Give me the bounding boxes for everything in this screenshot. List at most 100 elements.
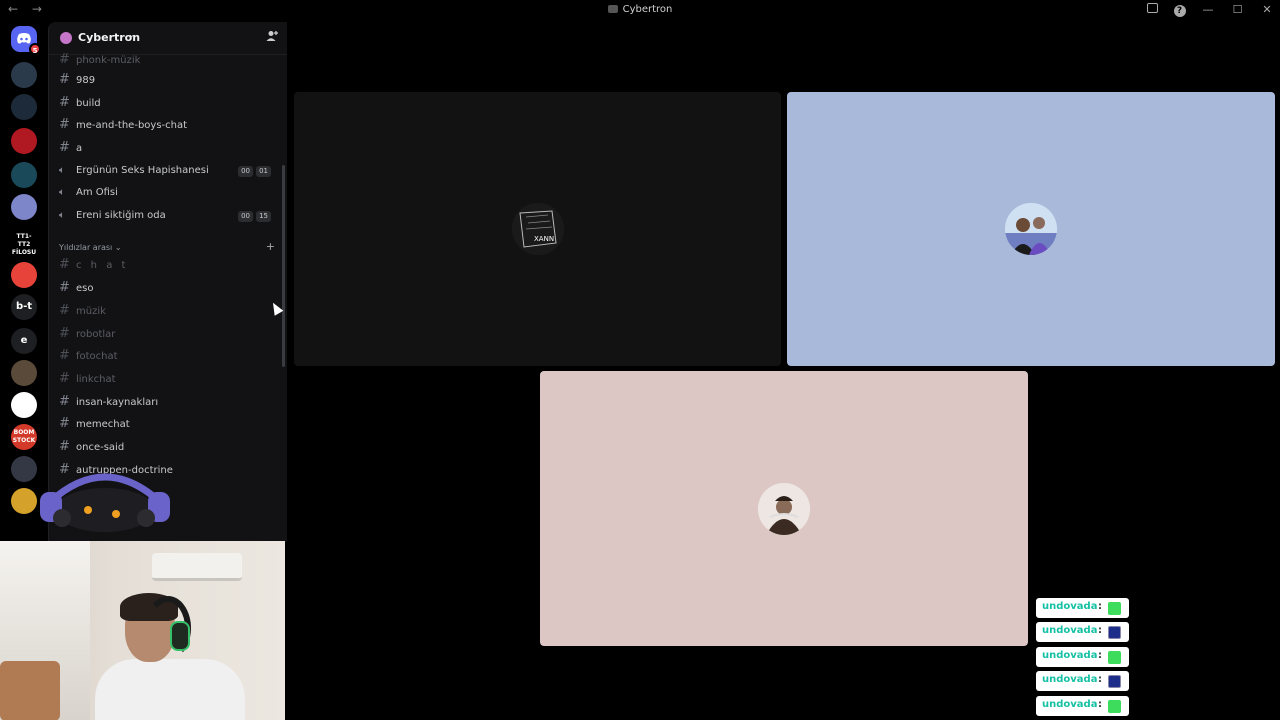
user-limit-badge: 01 bbox=[256, 166, 271, 177]
channel-name: memechat bbox=[76, 419, 130, 430]
hash-icon: # bbox=[59, 72, 70, 87]
server-label: BOOM STOCK bbox=[12, 429, 36, 444]
channel-name: build bbox=[76, 98, 101, 109]
server-icon-12[interactable]: BOOM STOCK bbox=[11, 424, 37, 450]
chat-username: undovada bbox=[1042, 625, 1098, 636]
chat-message: undovada: bbox=[1036, 647, 1129, 667]
close-button[interactable]: ✕ bbox=[1260, 3, 1274, 16]
maximize-button[interactable]: ☐ bbox=[1231, 3, 1245, 16]
chat-message: undovada: bbox=[1036, 696, 1129, 716]
category-header[interactable]: Yıldızlar arası ⌄ bbox=[59, 243, 122, 252]
discord-logo-icon bbox=[17, 33, 31, 44]
participant-tile-3[interactable] bbox=[540, 371, 1028, 646]
mascot-overlay bbox=[40, 473, 170, 532]
text-channel[interactable]: # insan-kaynakları bbox=[59, 392, 281, 412]
voice-stage: XANN bbox=[288, 22, 1280, 720]
participant-tile-2[interactable] bbox=[787, 92, 1275, 366]
text-channel[interactable]: # memechat bbox=[59, 414, 281, 434]
server-icon-10[interactable] bbox=[11, 360, 37, 386]
window-controls: ? — ☐ ✕ bbox=[1135, 3, 1274, 17]
participant-tile-1[interactable]: XANN bbox=[294, 92, 781, 366]
avatar bbox=[758, 482, 810, 535]
user-count-badge: 00 bbox=[238, 211, 253, 222]
hash-icon: # bbox=[59, 140, 70, 155]
hash-icon: # bbox=[59, 416, 70, 431]
minimize-button[interactable]: — bbox=[1201, 3, 1215, 16]
emote-icon bbox=[1108, 700, 1121, 713]
title-bar: ← → Cybertron ? — ☐ ✕ bbox=[0, 0, 1280, 22]
text-channel[interactable]: # eso bbox=[59, 278, 281, 298]
server-label: b-t bbox=[15, 301, 33, 312]
chat-username: undovada bbox=[1042, 650, 1098, 661]
invite-people-icon[interactable] bbox=[266, 30, 278, 45]
webcam-overlay bbox=[0, 541, 285, 720]
channel-name: insan-kaynakları bbox=[76, 397, 159, 408]
scrollbar[interactable] bbox=[282, 165, 285, 367]
text-channel[interactable]: # build bbox=[59, 93, 281, 113]
channel-name: fotochat bbox=[76, 351, 118, 362]
voice-channel[interactable]: 🔈︎ Ereni siktiğim oda 00 15 bbox=[59, 206, 281, 226]
chat-separator: : bbox=[1098, 650, 1102, 661]
chat-username: undovada bbox=[1042, 674, 1098, 685]
hash-icon: # bbox=[59, 257, 70, 272]
window-title: Cybertron bbox=[0, 4, 1280, 15]
channel-name: a bbox=[76, 143, 83, 154]
hash-icon: # bbox=[59, 371, 70, 386]
server-icon-1[interactable] bbox=[11, 62, 37, 88]
server-icon-7[interactable] bbox=[11, 262, 37, 288]
text-channel[interactable]: # linkchat bbox=[59, 369, 281, 389]
server-icon-5[interactable] bbox=[11, 194, 37, 220]
channel-name: Ergünün Seks Hapishanesi bbox=[76, 165, 209, 176]
server-icon-8[interactable]: b-t bbox=[11, 294, 37, 320]
inbox-icon[interactable] bbox=[1147, 3, 1158, 13]
channel-name: Ereni siktiğim oda bbox=[76, 210, 166, 221]
channel-name: phonk-müzik bbox=[76, 55, 141, 66]
avatar bbox=[1005, 203, 1057, 255]
category-label: Yıldızlar arası bbox=[59, 243, 113, 252]
text-channel[interactable]: # a bbox=[59, 138, 281, 158]
add-channel-icon[interactable]: + bbox=[266, 240, 275, 253]
text-channel[interactable]: # c h a t bbox=[59, 255, 281, 275]
server-icon-9[interactable]: e bbox=[11, 328, 37, 354]
voice-channel[interactable]: 🔈︎ Am Ofisi bbox=[59, 183, 281, 203]
notification-badge: 5 bbox=[29, 43, 41, 55]
chat-separator: : bbox=[1098, 699, 1102, 710]
text-channel[interactable]: # once-said bbox=[59, 437, 281, 457]
hash-icon: # bbox=[59, 95, 70, 110]
avatar-label: XANN bbox=[534, 235, 554, 243]
avatar: XANN bbox=[511, 203, 564, 255]
chevron-down-icon: ⌄ bbox=[112, 243, 122, 252]
help-icon[interactable]: ? bbox=[1173, 5, 1186, 17]
channel-name: robotlar bbox=[76, 329, 116, 340]
chat-message: undovada: bbox=[1036, 671, 1129, 691]
air-conditioner bbox=[152, 553, 242, 581]
server-icon-4[interactable] bbox=[11, 162, 37, 188]
server-icon bbox=[607, 5, 618, 13]
text-channel[interactable]: # fotochat bbox=[59, 346, 281, 366]
text-channel[interactable]: # müzik bbox=[59, 301, 281, 321]
hash-icon: # bbox=[59, 117, 70, 132]
chat-separator: : bbox=[1098, 674, 1102, 685]
chat-username: undovada bbox=[1042, 601, 1098, 612]
server-icon-2[interactable] bbox=[11, 94, 37, 120]
text-channel[interactable]: #989 bbox=[59, 70, 281, 90]
channel-name: müzik bbox=[76, 306, 106, 317]
chat-separator: : bbox=[1098, 625, 1102, 636]
voice-channel[interactable]: 🔈︎ Ergünün Seks Hapishanesi 00 01 bbox=[59, 161, 281, 181]
speaker-icon: 🔈︎ bbox=[59, 187, 65, 198]
chat-separator: : bbox=[1098, 601, 1102, 612]
server-icon-11[interactable] bbox=[11, 392, 37, 418]
text-channel[interactable]: # me-and-the-boys-chat bbox=[59, 115, 281, 135]
text-channel[interactable]: # phonk-müzik bbox=[59, 50, 281, 70]
server-icon-6[interactable]: TT1-TT2 FİLOSU bbox=[11, 228, 37, 256]
speaker-icon: 🔈︎ bbox=[59, 210, 65, 221]
server-icon-3[interactable] bbox=[11, 128, 37, 154]
channel-name: me-and-the-boys-chat bbox=[76, 120, 188, 131]
channel-name: 989 bbox=[76, 75, 96, 86]
user-count-badge: 00 bbox=[238, 166, 253, 177]
emote-icon bbox=[1108, 675, 1121, 688]
text-channel[interactable]: # robotlar bbox=[59, 324, 281, 344]
channel-name: linkchat bbox=[76, 374, 116, 385]
user-limit-badge: 15 bbox=[256, 211, 271, 222]
home-button[interactable]: 5 bbox=[11, 26, 41, 55]
